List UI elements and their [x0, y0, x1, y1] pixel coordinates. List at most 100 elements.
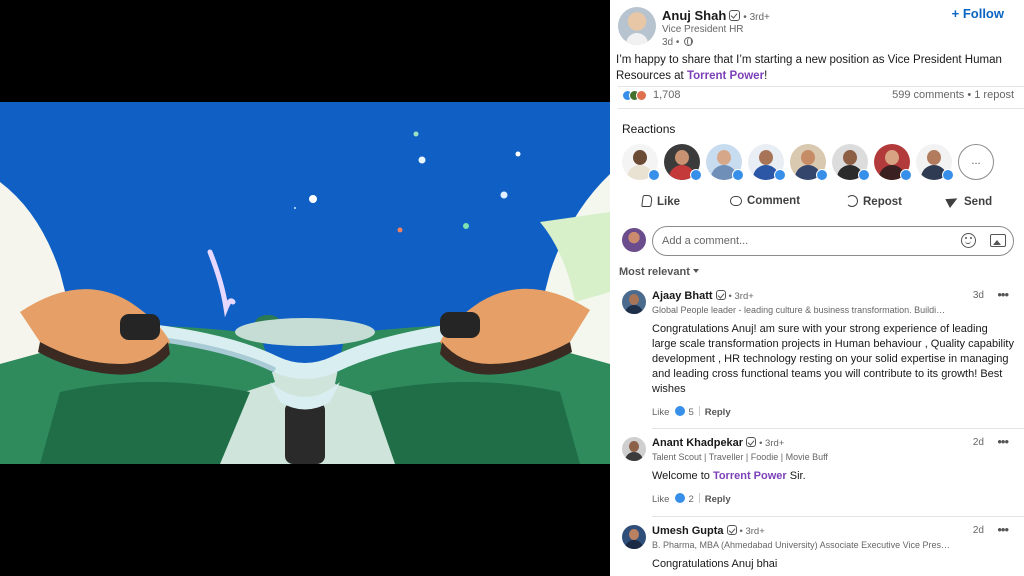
globe-icon	[684, 37, 694, 46]
love-reaction-icon	[636, 90, 647, 101]
author-name-row[interactable]: Anuj Shah • 3rd+	[662, 8, 770, 23]
reactor-avatar[interactable]	[664, 144, 702, 181]
commenter-headline: B. Pharma, MBA (Ahmedabad University) As…	[652, 540, 950, 550]
commenter-avatar[interactable]	[622, 437, 646, 461]
post-actions: Like Comment Repost Send	[610, 195, 1024, 213]
like-badge-icon	[732, 169, 744, 181]
send-button[interactable]: Send	[947, 195, 992, 208]
like-badge-icon	[858, 169, 870, 181]
comment-reply-button[interactable]: Reply	[705, 494, 731, 505]
image-icon[interactable]	[990, 234, 1006, 247]
comment-actions: Like 2 Reply	[652, 493, 731, 505]
comment-actions: Like 5 Reply	[652, 406, 731, 418]
divider	[618, 86, 1024, 87]
comment-menu-button[interactable]: •••	[997, 434, 1009, 449]
divider	[618, 108, 1024, 109]
reaction-icons[interactable]	[622, 90, 652, 102]
commenter-headline: Global People leader - leading culture &…	[652, 305, 946, 315]
reactor-avatar[interactable]	[790, 144, 828, 181]
connection-degree: • 3rd+	[739, 526, 765, 537]
social-counts: 1,708 599 comments • 1 repost	[622, 89, 1014, 103]
like-badge-icon	[942, 169, 954, 181]
reaction-count[interactable]: 1,708	[653, 89, 681, 101]
commenter-name: Ajaay Bhatt	[652, 290, 713, 302]
commenter-name-row[interactable]: Anant Khadpekar • 3rd+	[652, 437, 784, 449]
reactors-list: ...	[622, 144, 1012, 181]
comments-reposts-count[interactable]: 599 comments • 1 repost	[892, 89, 1014, 101]
comment-text: Congratulations Anuj! am sure with your …	[652, 323, 1014, 395]
post-media	[0, 0, 610, 576]
mention-link[interactable]: Torrent Power	[687, 70, 764, 82]
comment-like-button[interactable]: Like	[652, 494, 669, 505]
connection-degree: • 3rd+	[759, 438, 785, 449]
comment-composer	[622, 226, 1014, 256]
divider	[698, 406, 700, 416]
repost-icon	[846, 195, 858, 207]
reactor-avatar[interactable]	[706, 144, 744, 181]
like-reaction-icon	[675, 406, 686, 416]
like-badge-icon	[648, 169, 660, 181]
like-badge-icon	[816, 169, 828, 181]
like-badge-icon	[900, 169, 912, 181]
comment-time: 3d	[972, 290, 984, 301]
repost-button[interactable]: Repost	[846, 195, 902, 208]
comment-input[interactable]	[652, 226, 1014, 256]
follow-button[interactable]: + Follow	[952, 6, 1004, 21]
author-avatar[interactable]	[618, 7, 656, 45]
like-reaction-icon	[675, 493, 686, 503]
divider	[652, 516, 1024, 517]
commenter-name: Umesh Gupta	[652, 525, 724, 537]
more-reactors-button[interactable]: ...	[958, 144, 994, 180]
emoji-icon[interactable]	[961, 233, 976, 248]
commenter-name-row[interactable]: Ajaay Bhatt • 3rd+	[652, 290, 754, 302]
reactions-heading: Reactions	[622, 122, 676, 136]
comment-like-count[interactable]: 2	[688, 494, 693, 505]
like-icon	[641, 195, 653, 207]
like-badge-icon	[690, 169, 702, 181]
reactor-avatar[interactable]	[832, 144, 870, 181]
bicycle-illustration	[0, 102, 610, 464]
divider	[652, 428, 1024, 429]
mention-link[interactable]: Torrent Power	[713, 470, 787, 482]
connection-degree: • 3rd+	[728, 291, 754, 302]
like-button[interactable]: Like	[641, 195, 680, 208]
comment-time: 2d	[972, 525, 984, 536]
sort-dropdown[interactable]: Most relevant	[619, 266, 699, 278]
like-badge-icon	[774, 169, 786, 181]
verified-icon	[746, 437, 757, 447]
chevron-down-icon	[692, 269, 699, 273]
comment-reply-button[interactable]: Reply	[705, 407, 731, 418]
reactor-avatar[interactable]	[874, 144, 912, 181]
reactor-avatar[interactable]	[748, 144, 786, 181]
current-user-avatar	[622, 228, 646, 252]
commenter-avatar[interactable]	[622, 525, 646, 549]
post-time: 3d •	[662, 37, 694, 48]
commenter-name: Anant Khadpekar	[652, 437, 744, 449]
reactor-avatar[interactable]	[622, 144, 660, 181]
comment-icon	[730, 196, 742, 206]
verified-icon	[726, 525, 737, 535]
send-icon	[947, 195, 959, 207]
commenter-avatar[interactable]	[622, 290, 646, 314]
comment-like-button[interactable]: Like	[652, 407, 669, 418]
divider	[698, 493, 700, 503]
connection-degree: • 3rd+	[743, 12, 770, 23]
comment-button[interactable]: Comment	[730, 195, 800, 207]
comment-item: Ajaay Bhatt • 3rd+ Global People leader -…	[622, 287, 1014, 430]
author-name[interactable]: Anuj Shah	[662, 8, 726, 23]
commenter-name-row[interactable]: Umesh Gupta • 3rd+	[652, 525, 765, 537]
verified-icon	[715, 290, 726, 300]
comment-text: Congratulations Anuj bhai	[652, 558, 778, 570]
verified-icon	[729, 10, 741, 21]
comment-item: Anant Khadpekar • 3rd+ Talent Scout | Tra…	[622, 434, 1014, 517]
comment-menu-button[interactable]: •••	[997, 522, 1009, 537]
comment-text: Welcome to Torrent Power Sir.	[652, 470, 806, 482]
comment-menu-button[interactable]: •••	[997, 287, 1009, 302]
author-title: Vice President HR	[662, 24, 744, 35]
post-panel: Anuj Shah • 3rd+ Vice President HR 3d • +…	[610, 0, 1024, 576]
comment-like-count[interactable]: 5	[688, 407, 693, 418]
comment-item: Umesh Gupta • 3rd+ B. Pharma, MBA (Ahmeda…	[622, 522, 1014, 576]
commenter-headline: Talent Scout | Traveller | Foodie | Movi…	[652, 452, 828, 462]
reactor-avatar[interactable]	[916, 144, 954, 181]
comment-time: 2d	[972, 437, 984, 448]
